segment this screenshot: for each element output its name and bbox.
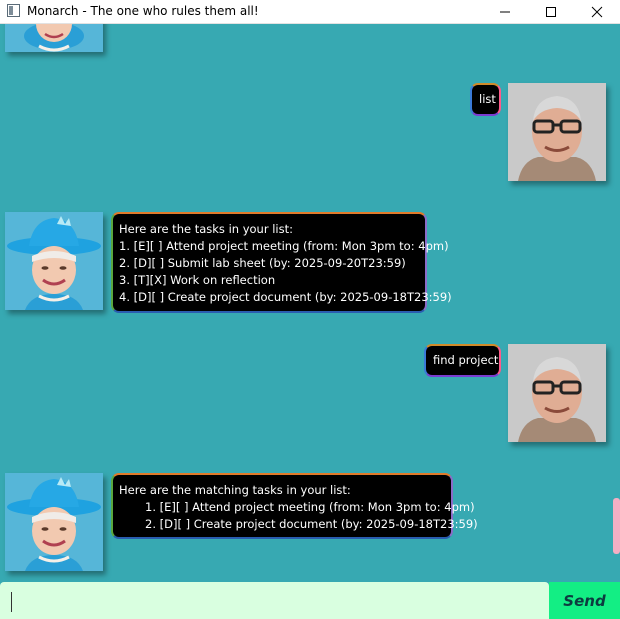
monarch-avatar [5, 473, 103, 571]
user-avatar [508, 83, 606, 181]
chat-scroll-pane[interactable]: list Here are the tasks in your list: 1.… [0, 24, 620, 582]
maximize-icon [546, 7, 556, 17]
monarch-avatar [5, 212, 103, 310]
monarch-avatar [5, 24, 103, 52]
title-bar: Monarch - The one who rules them all! [0, 0, 620, 24]
task-item: 3. [T][X] Work on reflection [119, 273, 276, 287]
app-icon [7, 4, 20, 17]
window-title: Monarch - The one who rules them all! [27, 4, 259, 18]
task-item: 1. [E][ ] Attend project meeting (from: … [145, 500, 475, 514]
user-message-bubble: find project [424, 344, 501, 377]
queen-portrait-icon [5, 473, 103, 571]
task-item: 2. [D][ ] Create project document (by: 2… [145, 517, 478, 531]
close-icon [591, 6, 603, 18]
maximize-button[interactable] [528, 0, 574, 24]
task-item: 1. [E][ ] Attend project meeting (from: … [119, 239, 449, 253]
queen-portrait-icon [5, 24, 103, 52]
monarch-message-bubble: Here are the matching tasks in your list… [111, 473, 478, 539]
minimize-button[interactable] [482, 0, 528, 24]
queen-portrait-icon [5, 212, 103, 310]
text-caret [11, 592, 12, 612]
user-avatar [508, 344, 606, 442]
message-text: Here are the matching tasks in your list… [119, 483, 351, 497]
message-text: Here are the tasks in your list: [119, 222, 293, 236]
user-message-bubble: list [470, 83, 501, 116]
command-input[interactable] [0, 582, 549, 619]
scrollbar-thumb[interactable] [613, 498, 620, 554]
task-item: 2. [D][ ] Submit lab sheet (by: 2025-09-… [119, 256, 406, 270]
close-button[interactable] [574, 0, 620, 24]
user-portrait-icon [508, 344, 606, 442]
message-text: find project [433, 353, 499, 367]
message-text: list [479, 92, 496, 106]
task-item: 4. [D][ ] Create project document (by: 2… [119, 290, 452, 304]
send-button[interactable]: Send [549, 582, 620, 619]
minimize-icon [500, 11, 510, 13]
monarch-message-bubble: Here are the tasks in your list: 1. [E][… [111, 212, 452, 313]
user-portrait-icon [508, 83, 606, 181]
